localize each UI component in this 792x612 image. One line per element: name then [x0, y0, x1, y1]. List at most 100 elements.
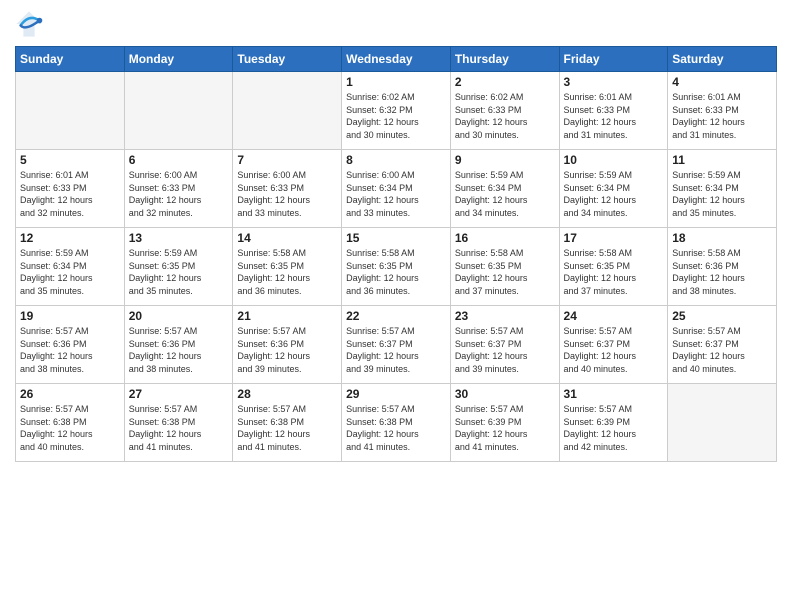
calendar-cell: 28 Sunrise: 5:57 AM Sunset: 6:38 PM Dayli… [233, 384, 342, 462]
day-number: 18 [672, 231, 772, 245]
calendar-cell: 6Sunrise: 6:00 AM Sunset: 6:33 PM Daylig… [124, 150, 233, 228]
day-number: 23 [455, 309, 555, 323]
day-number: 4 [672, 75, 772, 89]
calendar-cell: 29 Sunrise: 5:57 AM Sunset: 6:38 PM Dayli… [342, 384, 451, 462]
calendar-cell: 2Sunrise: 6:02 AM Sunset: 6:33 PM Daylig… [450, 72, 559, 150]
calendar-cell: 3 Sunrise: 6:01 AM Sunset: 6:33 PM Daylig… [559, 72, 668, 150]
day-info: Sunrise: 6:00 AM Sunset: 6:34 PM Dayligh… [346, 169, 446, 219]
calendar-cell: 21 Sunrise: 5:57 AM Sunset: 6:36 PM Dayli… [233, 306, 342, 384]
day-number: 9 [455, 153, 555, 167]
day-number: 16 [455, 231, 555, 245]
calendar-cell [16, 72, 125, 150]
day-number: 3 [564, 75, 664, 89]
day-number: 7 [237, 153, 337, 167]
day-number: 21 [237, 309, 337, 323]
calendar-cell [233, 72, 342, 150]
day-info: Sunrise: 5:59 AM Sunset: 6:34 PM Dayligh… [20, 247, 120, 297]
day-info: Sunrise: 5:58 AM Sunset: 6:35 PM Dayligh… [564, 247, 664, 297]
day-info: Sunrise: 6:01 AM Sunset: 6:33 PM Dayligh… [564, 91, 664, 141]
calendar-cell: 24Sunrise: 5:57 AM Sunset: 6:37 PM Dayli… [559, 306, 668, 384]
day-number: 11 [672, 153, 772, 167]
day-info: Sunrise: 5:58 AM Sunset: 6:35 PM Dayligh… [237, 247, 337, 297]
day-info: Sunrise: 6:02 AM Sunset: 6:32 PM Dayligh… [346, 91, 446, 141]
day-info: Sunrise: 5:57 AM Sunset: 6:39 PM Dayligh… [455, 403, 555, 453]
day-info: Sunrise: 6:02 AM Sunset: 6:33 PM Dayligh… [455, 91, 555, 141]
day-info: Sunrise: 5:57 AM Sunset: 6:37 PM Dayligh… [672, 325, 772, 375]
day-info: Sunrise: 5:59 AM Sunset: 6:35 PM Dayligh… [129, 247, 229, 297]
calendar-cell [668, 384, 777, 462]
weekday-header-row: SundayMondayTuesdayWednesdayThursdayFrid… [16, 47, 777, 72]
day-info: Sunrise: 6:01 AM Sunset: 6:33 PM Dayligh… [20, 169, 120, 219]
day-number: 29 [346, 387, 446, 401]
calendar-table: SundayMondayTuesdayWednesdayThursdayFrid… [15, 46, 777, 462]
day-number: 14 [237, 231, 337, 245]
day-number: 15 [346, 231, 446, 245]
page: SundayMondayTuesdayWednesdayThursdayFrid… [0, 0, 792, 612]
calendar-cell: 1 Sunrise: 6:02 AM Sunset: 6:32 PM Daylig… [342, 72, 451, 150]
day-info: Sunrise: 5:58 AM Sunset: 6:35 PM Dayligh… [455, 247, 555, 297]
calendar-cell: 19 Sunrise: 5:57 AM Sunset: 6:36 PM Dayli… [16, 306, 125, 384]
calendar-cell: 30Sunrise: 5:57 AM Sunset: 6:39 PM Dayli… [450, 384, 559, 462]
weekday-header-friday: Friday [559, 47, 668, 72]
weekday-header-sunday: Sunday [16, 47, 125, 72]
calendar-week-row: 12Sunrise: 5:59 AM Sunset: 6:34 PM Dayli… [16, 228, 777, 306]
calendar-week-row: 1 Sunrise: 6:02 AM Sunset: 6:32 PM Daylig… [16, 72, 777, 150]
day-number: 1 [346, 75, 446, 89]
calendar-cell: 9 Sunrise: 5:59 AM Sunset: 6:34 PM Daylig… [450, 150, 559, 228]
calendar-cell: 25 Sunrise: 5:57 AM Sunset: 6:37 PM Dayli… [668, 306, 777, 384]
day-number: 22 [346, 309, 446, 323]
day-number: 27 [129, 387, 229, 401]
day-number: 5 [20, 153, 120, 167]
calendar-cell: 5 Sunrise: 6:01 AM Sunset: 6:33 PM Daylig… [16, 150, 125, 228]
weekday-header-saturday: Saturday [668, 47, 777, 72]
calendar-week-row: 26 Sunrise: 5:57 AM Sunset: 6:38 PM Dayli… [16, 384, 777, 462]
day-info: Sunrise: 5:57 AM Sunset: 6:37 PM Dayligh… [346, 325, 446, 375]
day-info: Sunrise: 5:57 AM Sunset: 6:36 PM Dayligh… [129, 325, 229, 375]
day-number: 28 [237, 387, 337, 401]
header [15, 10, 777, 38]
day-info: Sunrise: 5:57 AM Sunset: 6:38 PM Dayligh… [237, 403, 337, 453]
day-info: Sunrise: 5:57 AM Sunset: 6:37 PM Dayligh… [564, 325, 664, 375]
calendar-cell: 10Sunrise: 5:59 AM Sunset: 6:34 PM Dayli… [559, 150, 668, 228]
logo-icon [15, 10, 43, 38]
calendar-cell [124, 72, 233, 150]
calendar-cell: 23 Sunrise: 5:57 AM Sunset: 6:37 PM Dayli… [450, 306, 559, 384]
calendar-cell: 15 Sunrise: 5:58 AM Sunset: 6:35 PM Dayli… [342, 228, 451, 306]
calendar-cell: 7 Sunrise: 6:00 AM Sunset: 6:33 PM Daylig… [233, 150, 342, 228]
day-info: Sunrise: 5:58 AM Sunset: 6:36 PM Dayligh… [672, 247, 772, 297]
weekday-header-thursday: Thursday [450, 47, 559, 72]
day-info: Sunrise: 5:57 AM Sunset: 6:38 PM Dayligh… [129, 403, 229, 453]
day-number: 31 [564, 387, 664, 401]
weekday-header-monday: Monday [124, 47, 233, 72]
day-number: 25 [672, 309, 772, 323]
calendar-cell: 20Sunrise: 5:57 AM Sunset: 6:36 PM Dayli… [124, 306, 233, 384]
calendar-cell: 27 Sunrise: 5:57 AM Sunset: 6:38 PM Dayli… [124, 384, 233, 462]
day-info: Sunrise: 5:59 AM Sunset: 6:34 PM Dayligh… [564, 169, 664, 219]
calendar-cell: 18 Sunrise: 5:58 AM Sunset: 6:36 PM Dayli… [668, 228, 777, 306]
day-info: Sunrise: 6:01 AM Sunset: 6:33 PM Dayligh… [672, 91, 772, 141]
day-info: Sunrise: 5:57 AM Sunset: 6:36 PM Dayligh… [237, 325, 337, 375]
day-info: Sunrise: 5:57 AM Sunset: 6:38 PM Dayligh… [20, 403, 120, 453]
calendar-cell: 16 Sunrise: 5:58 AM Sunset: 6:35 PM Dayli… [450, 228, 559, 306]
day-number: 13 [129, 231, 229, 245]
weekday-header-tuesday: Tuesday [233, 47, 342, 72]
calendar-week-row: 19 Sunrise: 5:57 AM Sunset: 6:36 PM Dayli… [16, 306, 777, 384]
day-number: 26 [20, 387, 120, 401]
day-number: 6 [129, 153, 229, 167]
calendar-cell: 8Sunrise: 6:00 AM Sunset: 6:34 PM Daylig… [342, 150, 451, 228]
day-info: Sunrise: 5:57 AM Sunset: 6:38 PM Dayligh… [346, 403, 446, 453]
day-info: Sunrise: 6:00 AM Sunset: 6:33 PM Dayligh… [237, 169, 337, 219]
calendar-cell: 11 Sunrise: 5:59 AM Sunset: 6:34 PM Dayli… [668, 150, 777, 228]
calendar-cell: 14 Sunrise: 5:58 AM Sunset: 6:35 PM Dayli… [233, 228, 342, 306]
day-info: Sunrise: 5:58 AM Sunset: 6:35 PM Dayligh… [346, 247, 446, 297]
logo [15, 10, 45, 38]
day-info: Sunrise: 5:59 AM Sunset: 6:34 PM Dayligh… [455, 169, 555, 219]
calendar-cell: 17Sunrise: 5:58 AM Sunset: 6:35 PM Dayli… [559, 228, 668, 306]
day-number: 19 [20, 309, 120, 323]
day-info: Sunrise: 5:59 AM Sunset: 6:34 PM Dayligh… [672, 169, 772, 219]
calendar-cell: 31 Sunrise: 5:57 AM Sunset: 6:39 PM Dayli… [559, 384, 668, 462]
calendar-week-row: 5 Sunrise: 6:01 AM Sunset: 6:33 PM Daylig… [16, 150, 777, 228]
day-info: Sunrise: 5:57 AM Sunset: 6:36 PM Dayligh… [20, 325, 120, 375]
day-info: Sunrise: 5:57 AM Sunset: 6:37 PM Dayligh… [455, 325, 555, 375]
day-info: Sunrise: 5:57 AM Sunset: 6:39 PM Dayligh… [564, 403, 664, 453]
